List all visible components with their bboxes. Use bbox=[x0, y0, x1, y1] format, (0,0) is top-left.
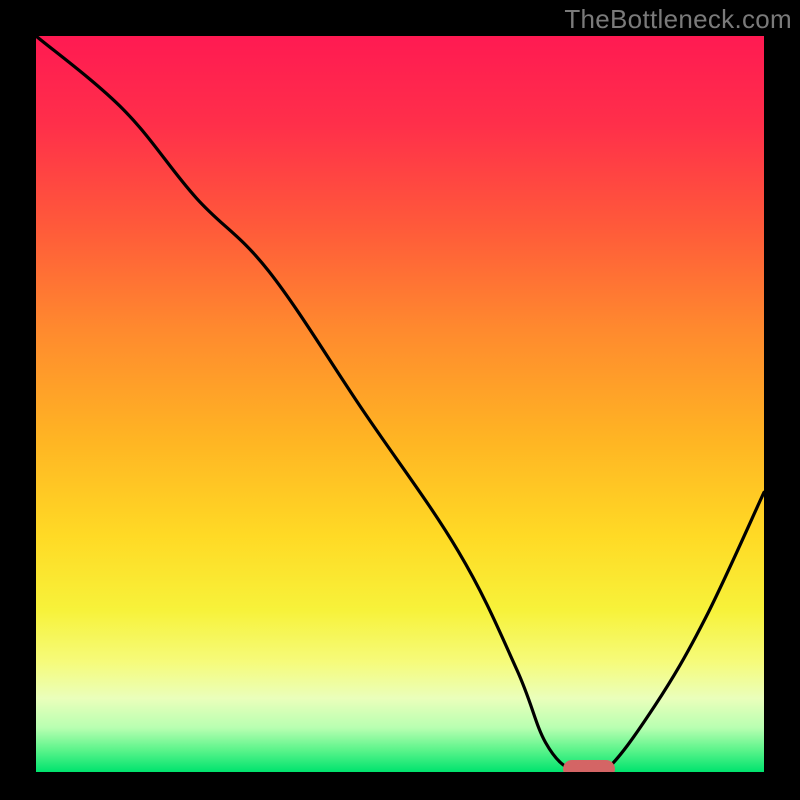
optimal-marker bbox=[563, 760, 615, 772]
chart-container: TheBottleneck.com bbox=[0, 0, 800, 800]
plot-area bbox=[36, 36, 764, 772]
watermark-label: TheBottleneck.com bbox=[564, 4, 792, 35]
bottleneck-curve bbox=[36, 36, 764, 772]
